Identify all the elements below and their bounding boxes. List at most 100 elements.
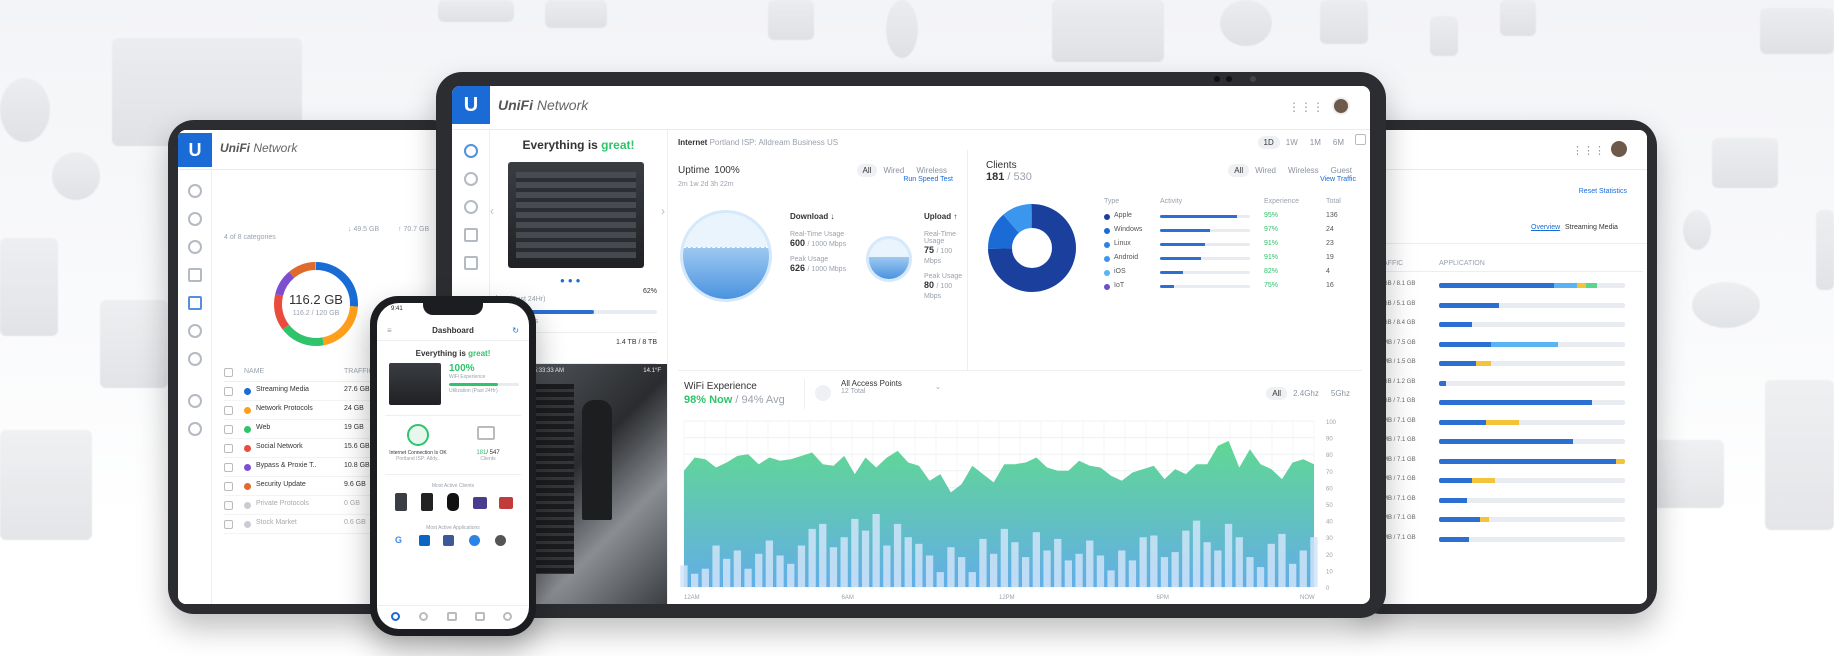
apps-grid-icon[interactable]: ⋮⋮⋮ — [1288, 100, 1324, 114]
traffic-bar — [915, 543, 923, 587]
col-experience: Experience — [1264, 198, 1300, 205]
client-row[interactable]: Windows 97% 24 — [1104, 224, 1358, 238]
client-phone-icon[interactable] — [395, 493, 407, 511]
client-row[interactable]: iOS 82% 4 — [1104, 266, 1358, 280]
topology-icon[interactable] — [187, 212, 202, 226]
client-row[interactable]: Apple 95% 136 — [1104, 210, 1358, 224]
row-checkbox[interactable] — [224, 463, 233, 472]
table-row[interactable]: MB / 7.5 GB — [1383, 335, 1643, 355]
col-activity: Activity — [1160, 198, 1183, 205]
client-row[interactable]: Linux 91% 23 — [1104, 238, 1358, 252]
facebook-icon[interactable] — [443, 535, 454, 546]
statistics-icon[interactable] — [187, 296, 202, 310]
insights-icon[interactable] — [187, 324, 202, 338]
traffic-bar — [1118, 550, 1126, 587]
client-tv-icon[interactable] — [499, 497, 513, 509]
tab-dashboard-icon[interactable] — [391, 612, 400, 621]
filter-6m[interactable]: 6M — [1327, 136, 1350, 149]
filter-1m[interactable]: 1M — [1304, 136, 1327, 149]
filter-wireless[interactable]: Wireless — [1282, 164, 1325, 177]
linkedin-icon[interactable] — [419, 535, 430, 546]
row-checkbox[interactable] — [224, 444, 233, 453]
col-name[interactable]: NAME — [244, 368, 264, 375]
traffic-bar — [1246, 557, 1254, 587]
carousel-dots[interactable]: ●●● — [560, 276, 584, 285]
internet-header: Internet Portland ISP: Alldream Business… — [678, 138, 838, 147]
topology-icon[interactable] — [463, 172, 478, 186]
filter-all[interactable]: All — [1228, 164, 1250, 177]
table-row[interactable]: MB / 7.1 GB — [1383, 471, 1643, 491]
table-row[interactable]: GB / 8.1 GB — [1383, 276, 1643, 296]
devices-icon[interactable] — [463, 200, 478, 214]
tab-streaming-media[interactable]: Streaming Media — [1565, 224, 1618, 231]
client-row[interactable]: IoT 75% 16 — [1104, 280, 1358, 294]
table-row[interactable]: MB / 1.5 GB — [1383, 354, 1643, 374]
table-row[interactable]: MB / 7.1 GB — [1383, 530, 1643, 550]
row-checkbox[interactable] — [224, 482, 233, 491]
run-speed-test-link[interactable]: Run Speed Test — [903, 176, 953, 183]
avatar[interactable] — [1332, 97, 1350, 115]
client-iphone-icon[interactable] — [421, 493, 433, 511]
row-checkbox[interactable] — [224, 406, 233, 415]
filter-1d[interactable]: 1D — [1257, 136, 1280, 149]
ubiquiti-logo[interactable]: U — [178, 133, 212, 167]
table-row[interactable]: GB / 7.1 GB — [1383, 393, 1643, 413]
reset-statistics-link[interactable]: Reset Statistics — [1579, 188, 1627, 195]
client-row[interactable]: Android 91% 19 — [1104, 252, 1358, 266]
filter-5ghz[interactable]: 5Ghz — [1325, 387, 1356, 400]
row-checkbox[interactable] — [224, 520, 233, 529]
filter-all[interactable]: All — [1266, 387, 1288, 400]
table-row[interactable]: MB / 7.1 GB — [1383, 491, 1643, 511]
filter-1w[interactable]: 1W — [1280, 136, 1304, 149]
tab-stats-icon[interactable] — [475, 612, 485, 621]
bg-tablet — [545, 0, 607, 28]
table-row[interactable]: GB / 8.4 GB — [1383, 315, 1643, 335]
table-row[interactable]: MB / 7.1 GB — [1383, 432, 1643, 452]
apps-grid-icon[interactable]: ⋮⋮⋮ — [1572, 144, 1605, 157]
settings-icon[interactable] — [187, 422, 202, 436]
view-traffic-link[interactable]: View Traffic — [1320, 176, 1356, 183]
app-icon[interactable] — [469, 535, 480, 546]
select-all-checkbox[interactable] — [224, 368, 233, 377]
google-icon[interactable]: G — [395, 535, 402, 545]
row-traffic: MB / 7.1 GB — [1383, 437, 1416, 443]
col-application[interactable]: APPLICATION — [1439, 260, 1485, 267]
tab-devices-icon[interactable] — [419, 612, 428, 621]
row-checkbox[interactable] — [224, 501, 233, 510]
traffic-bar — [1278, 533, 1286, 587]
row-checkbox[interactable] — [224, 425, 233, 434]
next-arrow-icon[interactable]: › — [661, 204, 665, 218]
dpi-icon[interactable] — [187, 352, 202, 366]
col-traffic[interactable]: AFFIC — [1383, 260, 1403, 267]
row-checkbox[interactable] — [224, 387, 233, 396]
alerts-icon[interactable] — [187, 394, 202, 408]
wordpress-icon[interactable] — [495, 535, 506, 546]
access-point-select[interactable]: All Access Points 12 Total ⌄ — [804, 379, 941, 409]
filter-wired[interactable]: Wired — [1249, 164, 1282, 177]
client-speaker-icon[interactable] — [447, 493, 459, 511]
table-row[interactable]: GB / 5.1 GB — [1383, 296, 1643, 316]
devices-icon[interactable] — [187, 240, 202, 254]
filter-2-4ghz[interactable]: 2.4Ghz — [1287, 387, 1325, 400]
calendar-icon[interactable] — [1355, 134, 1366, 145]
table-row[interactable]: MB / 7.1 GB — [1383, 413, 1643, 433]
tab-clients-icon[interactable] — [447, 612, 457, 621]
avatar[interactable] — [1611, 141, 1627, 157]
usage-bar — [1439, 517, 1625, 522]
menu-icon[interactable]: ≡ — [387, 321, 392, 341]
clients-icon[interactable] — [463, 228, 478, 242]
client-laptop-icon[interactable] — [473, 497, 487, 509]
table-row[interactable]: GB / 1.2 GB — [1383, 374, 1643, 394]
statistics-icon[interactable] — [463, 256, 478, 270]
ubiquiti-logo[interactable]: U — [452, 86, 490, 124]
tab-overview[interactable]: Overview — [1531, 224, 1560, 231]
dashboard-icon[interactable] — [187, 184, 202, 198]
filter-all[interactable]: All — [856, 164, 878, 177]
prev-arrow-icon[interactable]: ‹ — [490, 204, 494, 218]
dashboard-icon[interactable] — [463, 144, 478, 158]
table-row[interactable]: MB / 7.1 GB — [1383, 510, 1643, 530]
table-row[interactable]: MB / 7.1 GB — [1383, 452, 1643, 472]
refresh-icon[interactable]: ↻ — [512, 321, 519, 341]
tab-settings-icon[interactable] — [503, 612, 512, 621]
clients-icon[interactable] — [187, 268, 202, 282]
